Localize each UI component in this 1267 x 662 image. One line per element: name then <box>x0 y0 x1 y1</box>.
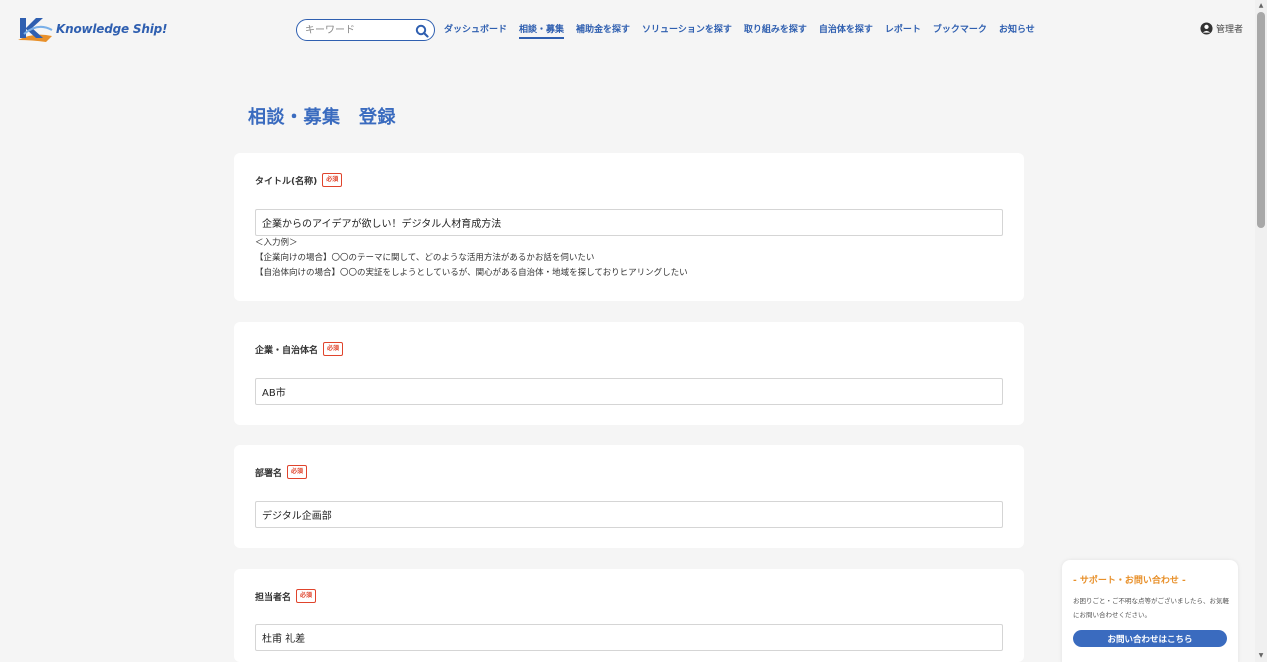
search-box[interactable] <box>296 19 435 41</box>
support-text: お困りごと・ご不明な点等がございましたら、お気軽にお問い合わせください。 <box>1073 597 1229 619</box>
logo[interactable]: Knowledge Ship! <box>16 14 167 44</box>
logo-text: Knowledge Ship! <box>56 22 168 36</box>
nav-reports[interactable]: レポート <box>885 22 921 39</box>
nav-bookmarks[interactable]: ブックマーク <box>933 22 987 39</box>
main-nav: ダッシュボード 相談・募集 補助金を探す ソリューションを探す 取り組みを探す … <box>444 22 1047 39</box>
required-badge: 必須 <box>296 589 317 603</box>
department-input[interactable]: デジタル企画部 <box>255 501 1003 528</box>
required-badge: 必須 <box>323 342 344 356</box>
search-input[interactable] <box>305 24 409 36</box>
nav-solutions[interactable]: ソリューションを探す <box>642 22 732 39</box>
form-card-department: 部署名 必須 デジタル企画部 <box>234 445 1024 548</box>
page-title: 相談・募集 登録 <box>248 107 396 128</box>
title-hint: ＜入力例＞ 【企業向けの場合】〇〇のテーマに関して、どのような活用方法があるかお… <box>255 236 688 281</box>
support-widget: - サポート・お問い合わせ - お困りごと・ご不明な点等がございましたら、お気軽… <box>1062 560 1238 662</box>
organization-input[interactable]: AB市 <box>255 378 1003 405</box>
title-input[interactable]: 企業からのアイデアが欲しい！デジタル人材育成方法 <box>255 209 1003 236</box>
scroll-down-arrow-icon[interactable]: ▼ <box>1257 652 1265 660</box>
user-menu[interactable]: 管理者 <box>1200 22 1243 35</box>
form-card-organization: 企業・自治体名 必須 AB市 <box>234 322 1024 425</box>
required-badge: 必須 <box>287 465 308 479</box>
field-label-text: 部署名 <box>255 468 283 479</box>
person-input[interactable]: 杜甫 礼差 <box>255 624 1003 651</box>
required-badge: 必須 <box>322 173 343 187</box>
nav-municipalities[interactable]: 自治体を探す <box>819 22 873 39</box>
contact-button[interactable]: お問い合わせはこちら <box>1073 630 1227 647</box>
nav-dashboard[interactable]: ダッシュボード <box>444 22 507 39</box>
nav-notices[interactable]: お知らせ <box>999 22 1035 39</box>
field-label-text: 企業・自治体名 <box>255 345 319 356</box>
field-label-department: 部署名 必須 <box>255 465 308 479</box>
hint-line: 【企業向けの場合】〇〇のテーマに関して、どのような活用方法があるかお話を伺いたい <box>255 253 595 263</box>
form-card-person: 担当者名 必須 杜甫 礼差 <box>234 569 1024 662</box>
support-title: - サポート・お問い合わせ - <box>1073 576 1186 586</box>
scroll-thumb[interactable] <box>1257 12 1265 228</box>
field-label-organization: 企業・自治体名 必須 <box>255 342 344 356</box>
field-label-text: タイトル(名称) <box>255 176 318 187</box>
header: Knowledge Ship! ダッシュボード 相談・募集 補助金を探す ソリュ… <box>0 0 1255 60</box>
scrollbar[interactable]: ▲ ▼ <box>1255 0 1267 662</box>
nav-consultation[interactable]: 相談・募集 <box>519 22 565 39</box>
user-label: 管理者 <box>1216 25 1244 35</box>
nav-subsidies[interactable]: 補助金を探す <box>576 22 630 39</box>
nav-initiatives[interactable]: 取り組みを探す <box>744 22 807 39</box>
knowledge-ship-logo-icon <box>18 18 53 42</box>
field-label-text: 担当者名 <box>255 592 292 603</box>
user-avatar-icon <box>1200 22 1213 35</box>
form-card-title: タイトル(名称) 必須 企業からのアイデアが欲しい！デジタル人材育成方法 ＜入力… <box>234 153 1024 301</box>
field-label-title: タイトル(名称) 必須 <box>255 173 343 187</box>
hint-line: 【自治体向けの場合】〇〇の実証をしようとしているが、関心がある自治体・地域を探し… <box>255 268 688 278</box>
search-icon[interactable] <box>415 23 429 42</box>
hint-line: ＜入力例＞ <box>255 238 298 248</box>
field-label-person: 担当者名 必須 <box>255 589 317 603</box>
scroll-up-arrow-icon[interactable]: ▲ <box>1257 2 1265 10</box>
